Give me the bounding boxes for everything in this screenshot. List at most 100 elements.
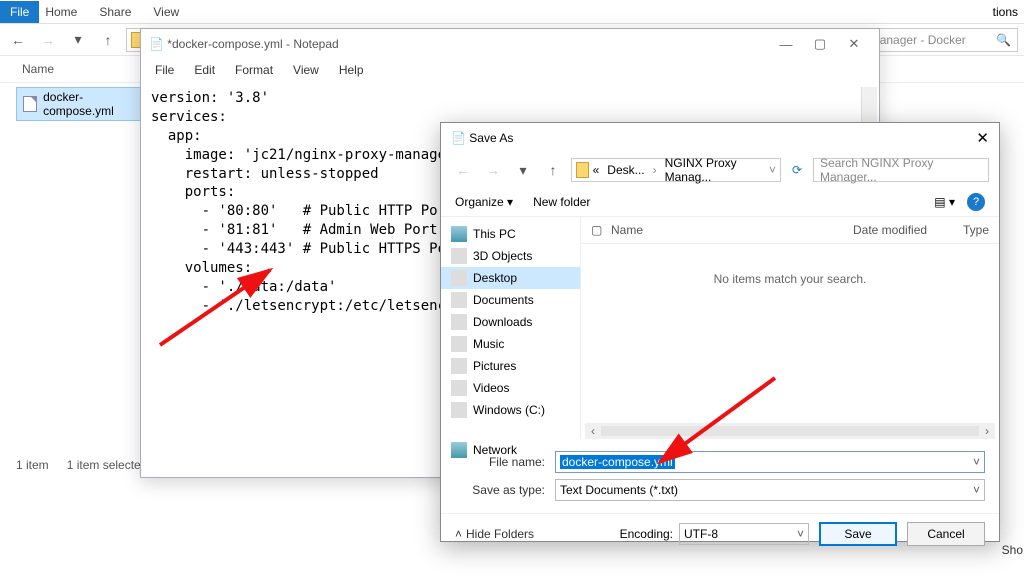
folder-icon [451,336,467,352]
hide-folders-label: Hide Folders [466,527,534,541]
hide-folders-button[interactable]: ˄ Hide Folders [455,527,534,541]
file-name: docker-compose.yml [43,90,139,118]
chevron-down-icon[interactable]: ˅ [973,455,980,469]
tree-item-label: Desktop [473,271,517,285]
notepad-menu: File Edit Format View Help [141,59,879,81]
view-button[interactable]: ▤ ▾ [934,195,955,209]
saveas-filelist[interactable]: ▢ Name Date modified Type No items match… [581,217,999,439]
menu-view[interactable]: View [285,61,327,79]
folder-icon [451,248,467,264]
saveas-icon: 📄 [451,131,466,145]
encoding-value: UTF-8 [684,527,718,541]
sa-forward[interactable]: → [481,162,505,178]
tree-item-3d-objects[interactable]: 3D Objects [441,245,580,267]
scroll-left-icon[interactable]: ‹ [585,424,601,438]
clip-text: Sho [1002,543,1023,557]
chevron-down-icon[interactable]: ˅ [797,527,804,541]
tree-item-documents[interactable]: Documents [441,289,580,311]
saveas-address-bar[interactable]: « Desk... › NGINX Proxy Manag... ˅ [571,158,781,182]
tree-item-label: Music [473,337,504,351]
col-type[interactable]: Type [953,217,999,243]
tree-item-videos[interactable]: Videos [441,377,580,399]
saveastype-select[interactable]: Text Documents (*.txt) ˅ [555,479,985,501]
folder-icon [451,358,467,374]
tree-item-downloads[interactable]: Downloads [441,311,580,333]
notepad-titlebar[interactable]: 📄 *docker-compose.yml - Notepad — ▢ ✕ [141,29,879,59]
folder-icon [451,314,467,330]
up-button[interactable]: ↑ [96,32,120,48]
tree-item-label: Videos [473,381,509,395]
close-button[interactable]: ✕ [837,36,871,52]
saveas-tree[interactable]: This PC 3D Objects Desktop Documents Downloa… [441,217,581,439]
col-date[interactable]: Date modified [843,217,953,243]
new-folder-button[interactable]: New folder [533,195,590,209]
menu-help[interactable]: Help [331,61,372,79]
saveas-body: This PC 3D Objects Desktop Documents Downloa… [441,217,999,439]
empty-message: No items match your search. [581,272,999,286]
sa-crumb-1[interactable]: Desk... [603,163,648,177]
tree-item-label: Pictures [473,359,516,373]
folder-icon [576,162,589,178]
cancel-button[interactable]: Cancel [907,522,985,546]
saveas-search[interactable]: Search NGINX Proxy Manager... [813,158,989,182]
explorer-statusbar: 1 item 1 item selected [6,454,157,476]
col-name[interactable]: Name [601,217,843,243]
search-icon: 🔍 [996,33,1011,47]
forward-button[interactable]: → [36,32,60,48]
checkbox-column[interactable]: ▢ [581,217,601,243]
file-row-selected[interactable]: docker-compose.yml [16,87,146,121]
sa-recent[interactable]: ▾ [511,162,535,179]
saveas-close-button[interactable]: ✕ [976,129,989,147]
saveas-hscroll[interactable]: ‹ › [585,423,995,439]
chevron-down-icon[interactable]: ˅ [973,483,980,497]
tree-item-windows-c-[interactable]: Windows (C:) [441,399,580,421]
ribbon-tab-view[interactable]: View [153,5,179,19]
ribbon-tab-file[interactable]: File [0,1,39,23]
saveastype-label: Save as type: [455,483,545,497]
explorer-ribbon: File Home Share View tions [0,0,1024,24]
scroll-right-icon[interactable]: › [979,424,995,438]
folder-icon [451,270,467,286]
menu-file[interactable]: File [147,61,182,79]
recent-dropdown[interactable]: ▾ [66,31,90,48]
sa-back[interactable]: ← [451,162,475,178]
saveas-bottom-bar: ˄ Hide Folders Encoding: UTF-8 ˅ Save Ca… [441,513,999,554]
status-selected: 1 item selected [67,458,148,472]
filename-value: docker-compose.yml [560,455,675,469]
scroll-track[interactable] [601,426,979,436]
encoding-label: Encoding: [620,527,673,541]
organize-button[interactable]: Organize ▾ [455,195,513,209]
tree-item-label: Documents [473,293,534,307]
maximize-button[interactable]: ▢ [803,36,837,52]
ribbon-tab-home[interactable]: Home [45,5,77,19]
sa-refresh[interactable]: ⟳ [787,163,807,177]
tree-item-label: Downloads [473,315,532,329]
ribbon-tab-share[interactable]: Share [99,5,131,19]
status-count: 1 item [16,458,49,472]
saveas-titlebar[interactable]: 📄 Save As ✕ [441,123,999,153]
minimize-button[interactable]: — [769,37,803,52]
folder-icon [451,380,467,396]
sa-search-placeholder: Search NGINX Proxy Manager... [820,156,982,184]
sa-crumb-2[interactable]: NGINX Proxy Manag... [661,156,761,184]
notepad-title: *docker-compose.yml - Notepad [167,37,338,51]
save-as-dialog: 📄 Save As ✕ ← → ▾ ↑ « Desk... › NGINX Pr… [440,122,1000,542]
tree-item-pictures[interactable]: Pictures [441,355,580,377]
tree-item-this-pc[interactable]: This PC [441,223,580,245]
tree-item-music[interactable]: Music [441,333,580,355]
save-button[interactable]: Save [819,522,897,546]
tree-item-label: 3D Objects [473,249,532,263]
encoding-select[interactable]: UTF-8 ˅ [679,523,809,545]
folder-icon [451,226,467,242]
tree-item-desktop[interactable]: Desktop [441,267,580,289]
menu-format[interactable]: Format [227,61,281,79]
ribbon-right-text: tions [993,5,1024,19]
back-button[interactable]: ← [6,32,30,48]
tree-item-label: This PC [473,227,516,241]
sa-up[interactable]: ↑ [541,162,565,178]
saveas-title: Save As [469,131,976,145]
help-icon[interactable]: ? [967,193,985,211]
saveas-toolbar: Organize ▾ New folder ▤ ▾ ? [441,187,999,217]
menu-edit[interactable]: Edit [186,61,223,79]
filename-input[interactable]: docker-compose.yml ˅ [555,451,985,473]
